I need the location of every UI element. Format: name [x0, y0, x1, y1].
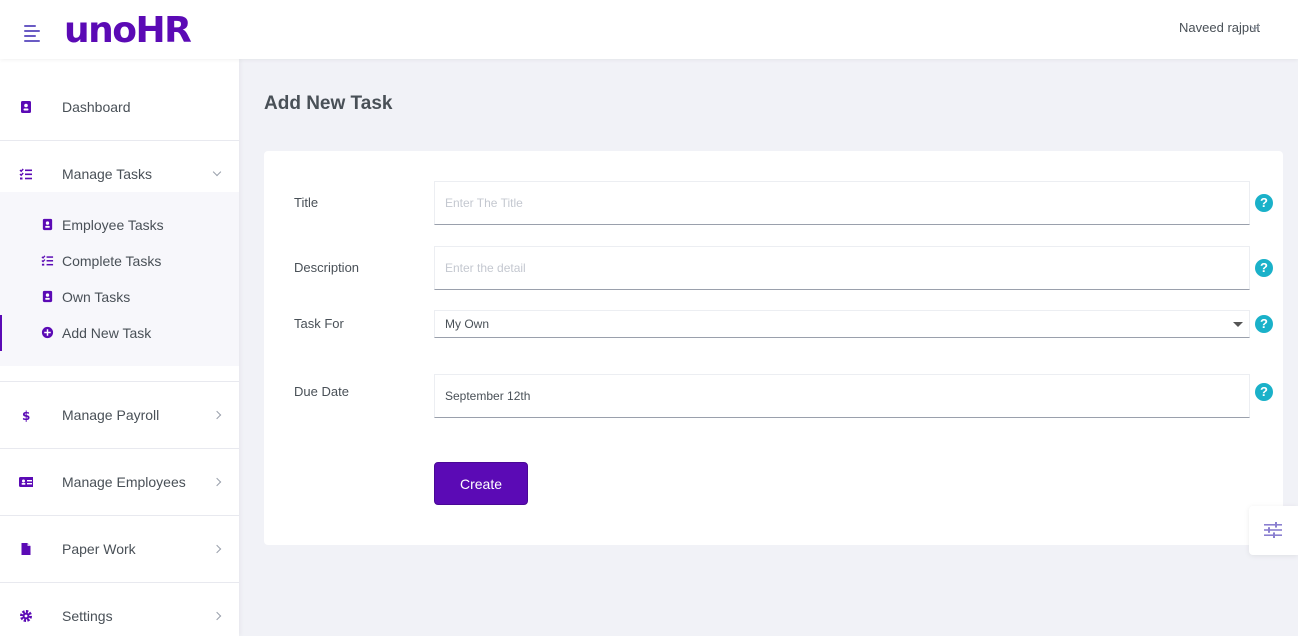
title-label: Title [294, 195, 319, 210]
help-icon[interactable]: ? [1255, 315, 1273, 333]
plus-circle-icon [41, 326, 54, 339]
sidebar-item-label: Manage Payroll [62, 407, 160, 423]
chevron-right-icon [212, 410, 222, 420]
id-card-icon [19, 477, 33, 487]
sidebar-item-label: Manage Employees [62, 474, 186, 490]
submenu-item-label: Add New Task [62, 325, 152, 341]
manage-tasks-submenu: Employee Tasks Complete Tasks Own Tasks … [0, 192, 239, 366]
sidebar-item-dashboard[interactable]: Dashboard [0, 74, 239, 140]
submenu-item-label: Complete Tasks [62, 253, 162, 269]
task-list-icon [19, 168, 32, 180]
chevron-right-icon [212, 544, 222, 554]
gear-icon [20, 610, 32, 622]
create-button[interactable]: Create [434, 462, 528, 505]
svg-text:$: $ [22, 409, 30, 422]
description-label: Description [294, 260, 360, 275]
contact-card-icon [42, 290, 53, 303]
help-icon[interactable]: ? [1255, 194, 1273, 212]
task-for-selected-value: My Own [445, 317, 490, 331]
sidebar-item-settings[interactable]: Settings [0, 583, 239, 636]
sidebar-item-label: Settings [62, 608, 113, 624]
add-task-form-card: Title ? Description ? Task For My Own ? … [264, 151, 1283, 545]
task-for-label: Task For [294, 316, 344, 331]
dollar-icon: $ [22, 409, 30, 422]
submenu-item-employee-tasks[interactable]: Employee Tasks [0, 207, 239, 243]
file-icon [21, 543, 31, 555]
submenu-item-label: Employee Tasks [62, 217, 164, 233]
task-for-select[interactable]: My Own [434, 310, 1250, 338]
submenu-item-add-new-task[interactable]: Add New Task [0, 315, 239, 351]
user-menu[interactable]: Naveed rajput [1179, 20, 1260, 35]
customizer-toggle[interactable] [1249, 506, 1298, 555]
sidebar-item-label: Dashboard [62, 99, 131, 115]
sidebar-item-label: Paper Work [62, 541, 136, 557]
app-logo[interactable]: unoHR [64, 8, 192, 54]
help-icon[interactable]: ? [1255, 383, 1273, 401]
contact-card-icon [21, 101, 31, 113]
chevron-right-icon [212, 477, 222, 487]
due-date-input[interactable] [434, 374, 1250, 418]
due-date-label: Due Date [294, 384, 349, 399]
submenu-item-own-tasks[interactable]: Own Tasks [0, 279, 239, 315]
active-indicator [0, 315, 2, 351]
submenu-item-complete-tasks[interactable]: Complete Tasks [0, 243, 239, 279]
chevron-right-icon [212, 611, 222, 621]
task-list-icon [41, 255, 54, 266]
top-header: unoHR Naveed rajput [0, 0, 1298, 59]
hamburger-icon[interactable] [24, 25, 42, 42]
sliders-icon [1264, 522, 1282, 538]
description-input[interactable] [434, 246, 1250, 290]
sidebar-item-paper-work[interactable]: Paper Work [0, 516, 239, 582]
sidebar: Dashboard Manage Tasks Employee Tasks Co… [0, 59, 239, 636]
sidebar-item-manage-employees[interactable]: Manage Employees [0, 449, 239, 515]
help-icon[interactable]: ? [1255, 259, 1273, 277]
contact-card-icon [42, 218, 53, 231]
page-title: Add New Task [264, 93, 393, 114]
chevron-down-icon [212, 167, 222, 177]
title-input[interactable] [434, 181, 1250, 225]
sidebar-item-manage-payroll[interactable]: $ Manage Payroll [0, 382, 239, 448]
submenu-item-label: Own Tasks [62, 289, 131, 305]
caret-down-icon [1233, 322, 1243, 327]
